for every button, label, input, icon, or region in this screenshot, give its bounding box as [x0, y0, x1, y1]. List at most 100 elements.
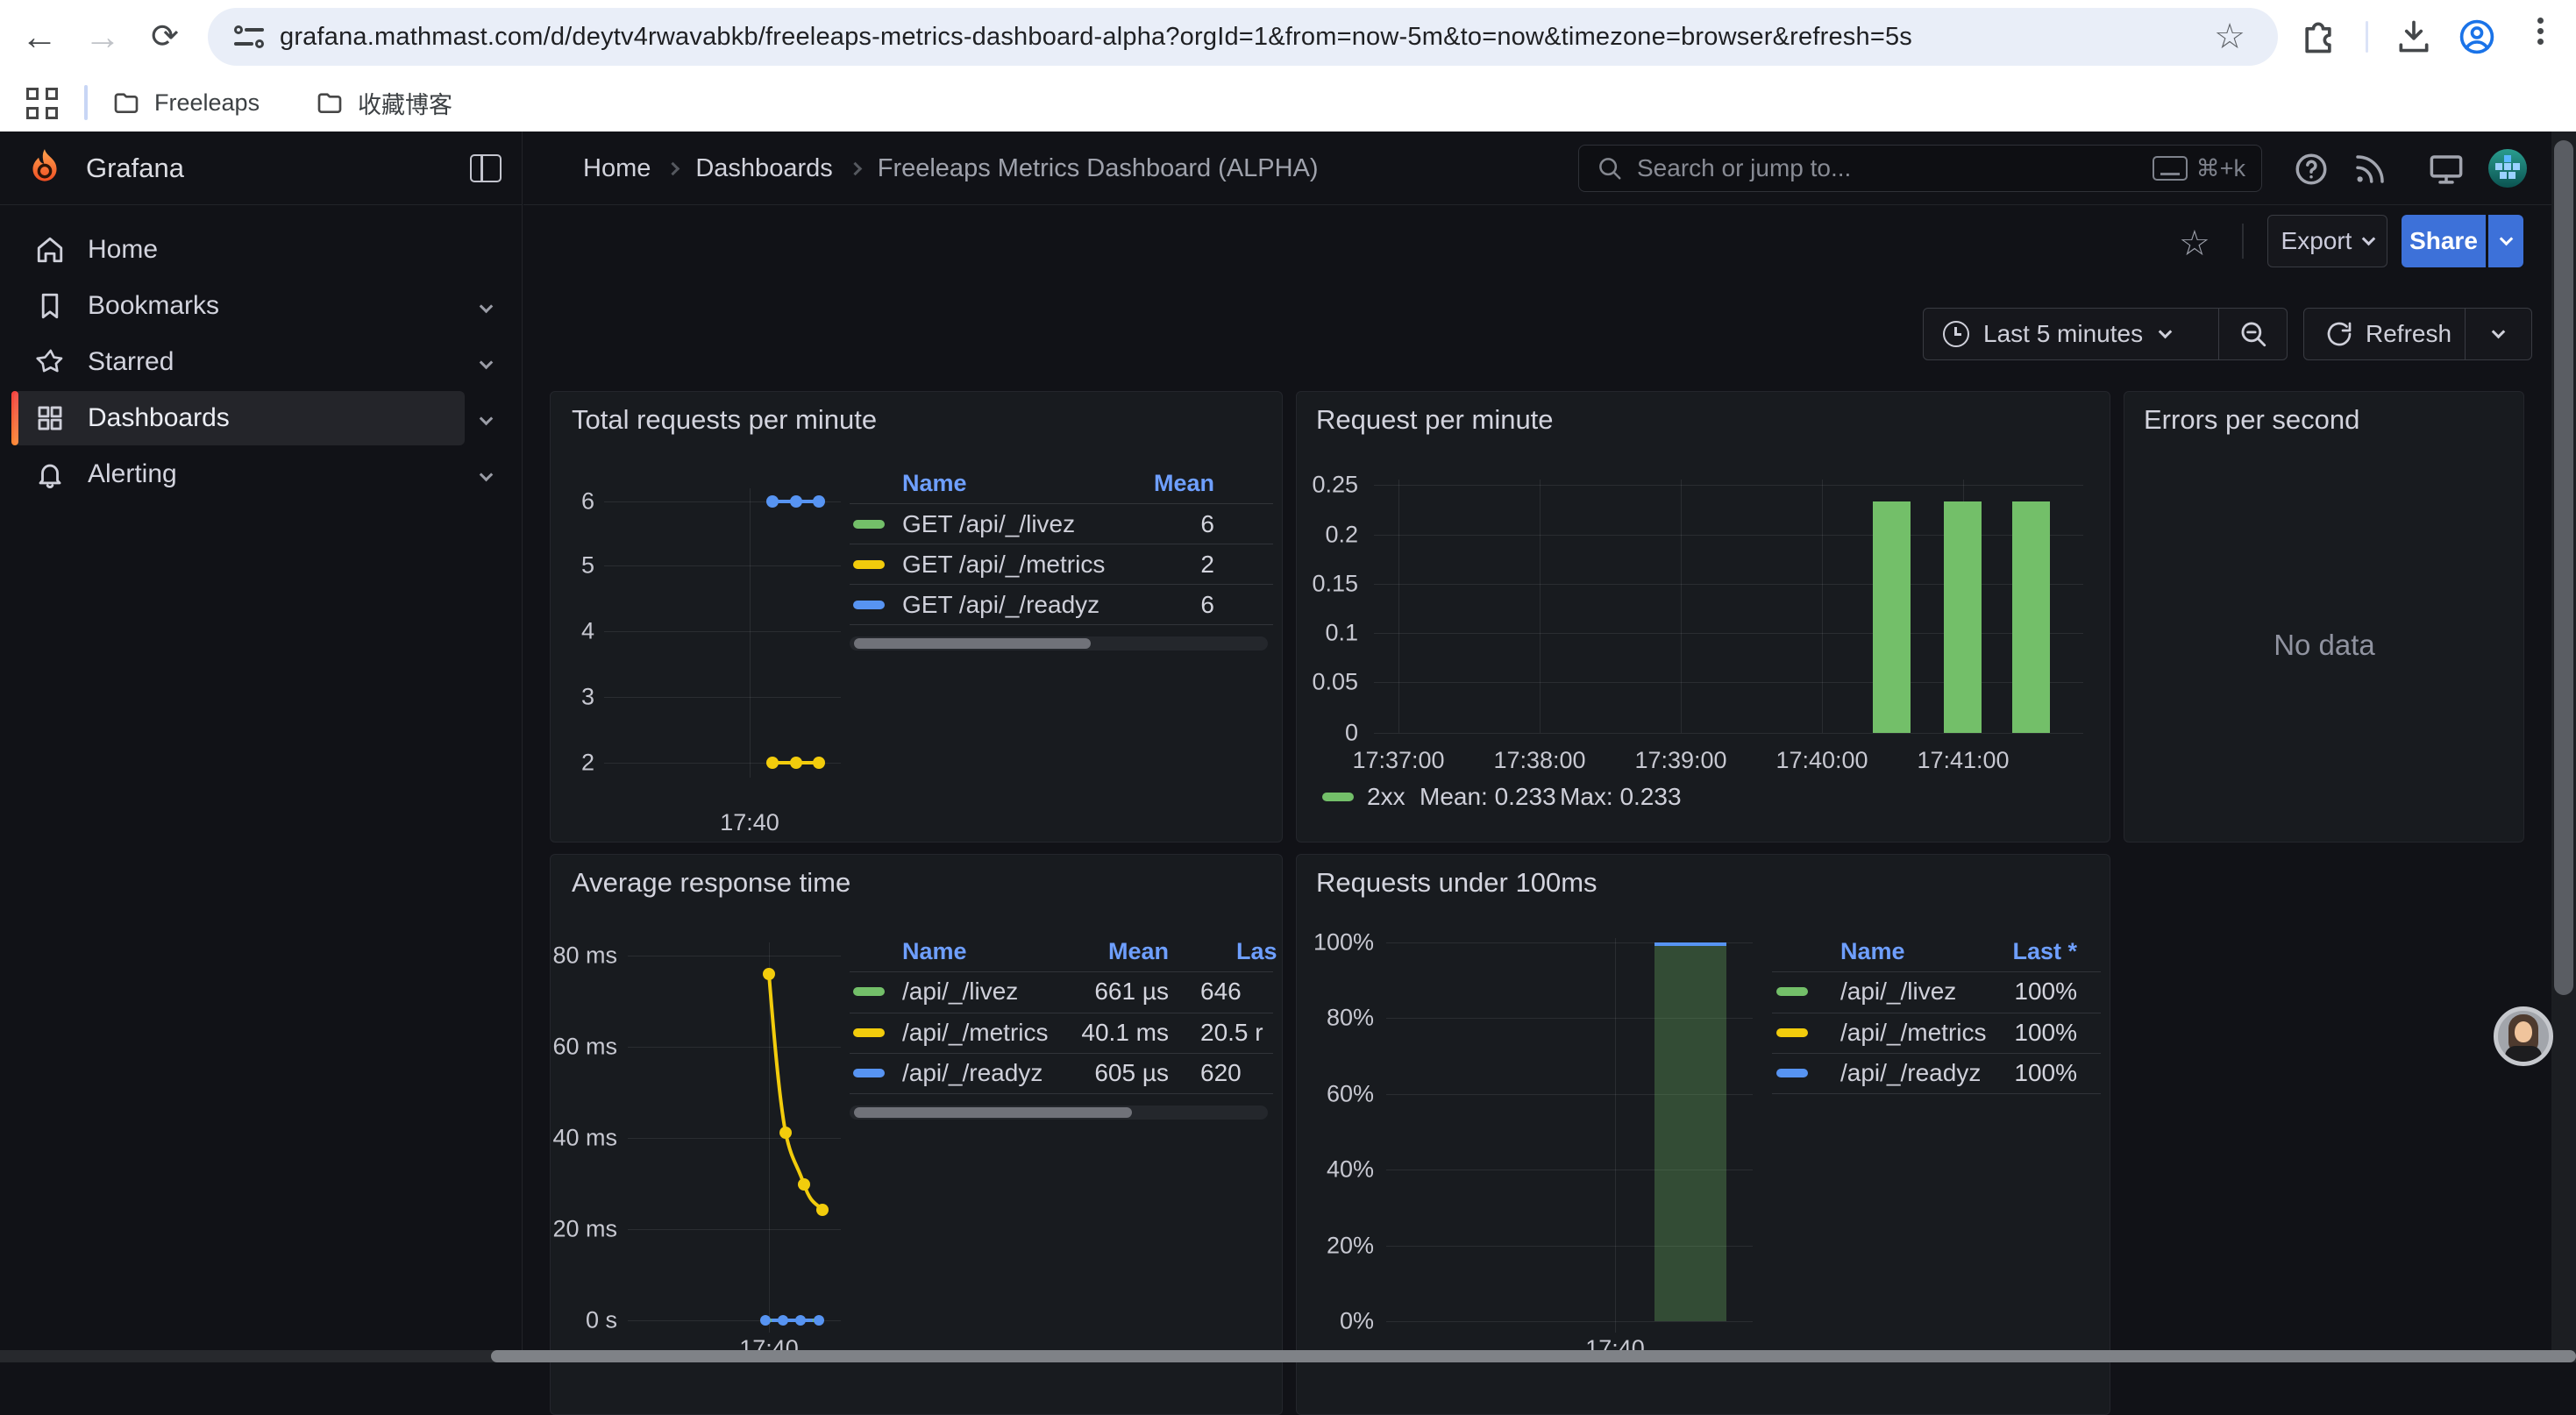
panel-total-requests[interactable]: Total requests per minute 6 5 4 3 2 17:4… — [550, 391, 1283, 843]
export-label: Export — [2281, 227, 2352, 255]
y-tick: 60 ms — [551, 1034, 617, 1061]
y-tick: 5 — [551, 552, 594, 580]
url-text[interactable]: grafana.mathmast.com/d/deytv4rwavabkb/fr… — [280, 23, 1912, 52]
forward-icon[interactable]: → — [82, 16, 124, 58]
chevron-down-icon[interactable] — [480, 355, 494, 369]
sidebar-item-label: Alerting — [88, 459, 177, 489]
search-input[interactable]: Search or jump to... ⌘+k — [1578, 145, 2262, 192]
vertical-scrollbar-thumb[interactable] — [2554, 140, 2573, 995]
y-tick: 6 — [551, 488, 594, 516]
export-button[interactable]: Export — [2267, 215, 2387, 267]
downloads-icon[interactable] — [2395, 18, 2433, 56]
zoom-out-button[interactable] — [2218, 309, 2287, 359]
favorite-star-icon[interactable]: ☆ — [2179, 224, 2210, 264]
sidebar-item-alerting[interactable]: Alerting — [14, 447, 465, 501]
bookmark-folder-freeleaps[interactable]: Freeleaps — [112, 81, 260, 124]
bookmark-folder-blogs[interactable]: 收藏博客 — [316, 81, 452, 124]
y-tick: 20% — [1297, 1233, 1374, 1260]
time-picker: Last 5 minutes — [1923, 308, 2288, 360]
y-tick: 0 — [1297, 720, 1358, 747]
panel-title: Average response time — [572, 867, 850, 899]
x-tick: 17:38:00 — [1493, 747, 1585, 774]
refresh-interval-button[interactable] — [2465, 309, 2531, 359]
y-tick: 0.1 — [1297, 620, 1358, 647]
legend-header-last[interactable]: Las — [1236, 938, 1277, 965]
assistant-avatar[interactable] — [2494, 1006, 2553, 1066]
reload-icon[interactable]: ⟳ — [144, 16, 186, 58]
sidebar-item-dashboards[interactable]: Dashboards — [14, 391, 465, 445]
panel-avg-response-time[interactable]: Average response time 80 ms 60 ms 40 ms … — [550, 854, 1283, 1415]
chevron-down-icon — [2492, 324, 2506, 338]
address-bar[interactable]: grafana.mathmast.com/d/deytv4rwavabkb/fr… — [208, 8, 2278, 66]
chevron-down-icon[interactable] — [480, 467, 494, 481]
brand-name: Grafana — [86, 153, 184, 184]
sidebar-item-starred[interactable]: Starred — [14, 335, 465, 389]
chevron-down-icon — [2159, 324, 2173, 338]
chevron-down-icon[interactable] — [480, 299, 494, 313]
sidebar-item-label: Home — [88, 235, 158, 265]
bookmark-star-icon[interactable]: ☆ — [2209, 16, 2251, 58]
chevron-down-icon[interactable] — [480, 411, 494, 425]
bar-2xx — [1944, 501, 1982, 733]
refresh-label: Refresh — [2366, 320, 2451, 348]
legend-scrollbar[interactable] — [850, 636, 1268, 651]
x-tick: 17:39:00 — [1634, 747, 1726, 774]
sidebar-toggle-icon[interactable] — [470, 154, 502, 182]
legend-header-last[interactable]: Last * — [1772, 938, 2077, 965]
user-avatar[interactable] — [2488, 149, 2527, 188]
legend-header-mean[interactable]: Mean — [850, 470, 1214, 497]
help-icon[interactable] — [2293, 151, 2330, 188]
breadcrumb-home[interactable]: Home — [583, 154, 651, 183]
subheader-divider — [2242, 224, 2244, 259]
site-settings-icon[interactable] — [234, 25, 264, 48]
response-time-chart — [621, 934, 857, 1346]
time-range-button[interactable]: Last 5 minutes — [1924, 320, 2219, 348]
y-tick: 4 — [551, 618, 594, 645]
search-icon — [1597, 155, 1623, 181]
y-tick: 0.15 — [1297, 571, 1358, 598]
grafana-logo-icon[interactable] — [23, 146, 67, 190]
bar-2xx — [2012, 501, 2050, 733]
extensions-icon[interactable] — [2299, 18, 2338, 56]
bar-2xx — [1873, 501, 1911, 733]
sidebar-item-bookmarks[interactable]: Bookmarks — [14, 279, 465, 333]
back-icon[interactable]: ← — [18, 16, 60, 58]
browser-menu-icon[interactable] — [2529, 13, 2551, 60]
refresh-button[interactable]: Refresh — [2304, 320, 2466, 348]
avatar-face — [2515, 1021, 2532, 1042]
breadcrumb-current: Freeleaps Metrics Dashboard (ALPHA) — [878, 154, 1319, 183]
sidebar-header: Grafana — [0, 132, 523, 205]
x-tick: 17:40 — [720, 809, 779, 836]
bookmarks-divider — [84, 85, 88, 120]
profile-avatar-icon[interactable] — [2458, 18, 2496, 56]
panel-errors-per-second[interactable]: Errors per second No data — [2124, 391, 2524, 843]
horizontal-scrollbar-thumb[interactable] — [491, 1350, 2576, 1362]
chevron-down-icon — [2362, 231, 2376, 245]
y-tick: 40% — [1297, 1156, 1374, 1184]
share-label: Share — [2409, 227, 2478, 255]
refresh-picker: Refresh — [2303, 308, 2532, 360]
folder-icon — [112, 89, 140, 117]
refresh-icon — [2325, 320, 2353, 348]
panel-requests-under-100ms[interactable]: Requests under 100ms 100% 80% 60% 40% 20… — [1296, 854, 2110, 1415]
news-rss-icon[interactable] — [2352, 151, 2388, 188]
panel-title: Errors per second — [2144, 404, 2359, 436]
kiosk-monitor-icon[interactable] — [2428, 151, 2465, 188]
clock-icon — [1943, 321, 1969, 347]
main-area: Home Dashboards Freeleaps Metrics Dashbo… — [523, 132, 2576, 1362]
legend-header-mean[interactable]: Mean — [850, 938, 1169, 965]
breadcrumb-dashboards[interactable]: Dashboards — [695, 154, 832, 183]
panel-request-per-minute[interactable]: Request per minute 0.25 0.2 0.15 0.1 0.0… — [1296, 391, 2110, 843]
y-tick: 0 s — [551, 1307, 617, 1334]
y-tick: 100% — [1297, 929, 1374, 956]
sidebar-item-home[interactable]: Home — [14, 223, 465, 277]
legend-scrollbar[interactable] — [850, 1106, 1268, 1120]
chevron-right-icon — [848, 161, 862, 175]
sidebar: Grafana Home Bookmarks Starred — [0, 132, 523, 1362]
share-menu-button[interactable] — [2488, 215, 2523, 267]
apps-grid-icon[interactable] — [26, 88, 58, 119]
folder-icon — [316, 89, 344, 117]
chevron-down-icon — [2499, 231, 2513, 245]
share-button[interactable]: Share — [2402, 215, 2486, 267]
x-tick: 17:37:00 — [1352, 747, 1444, 774]
